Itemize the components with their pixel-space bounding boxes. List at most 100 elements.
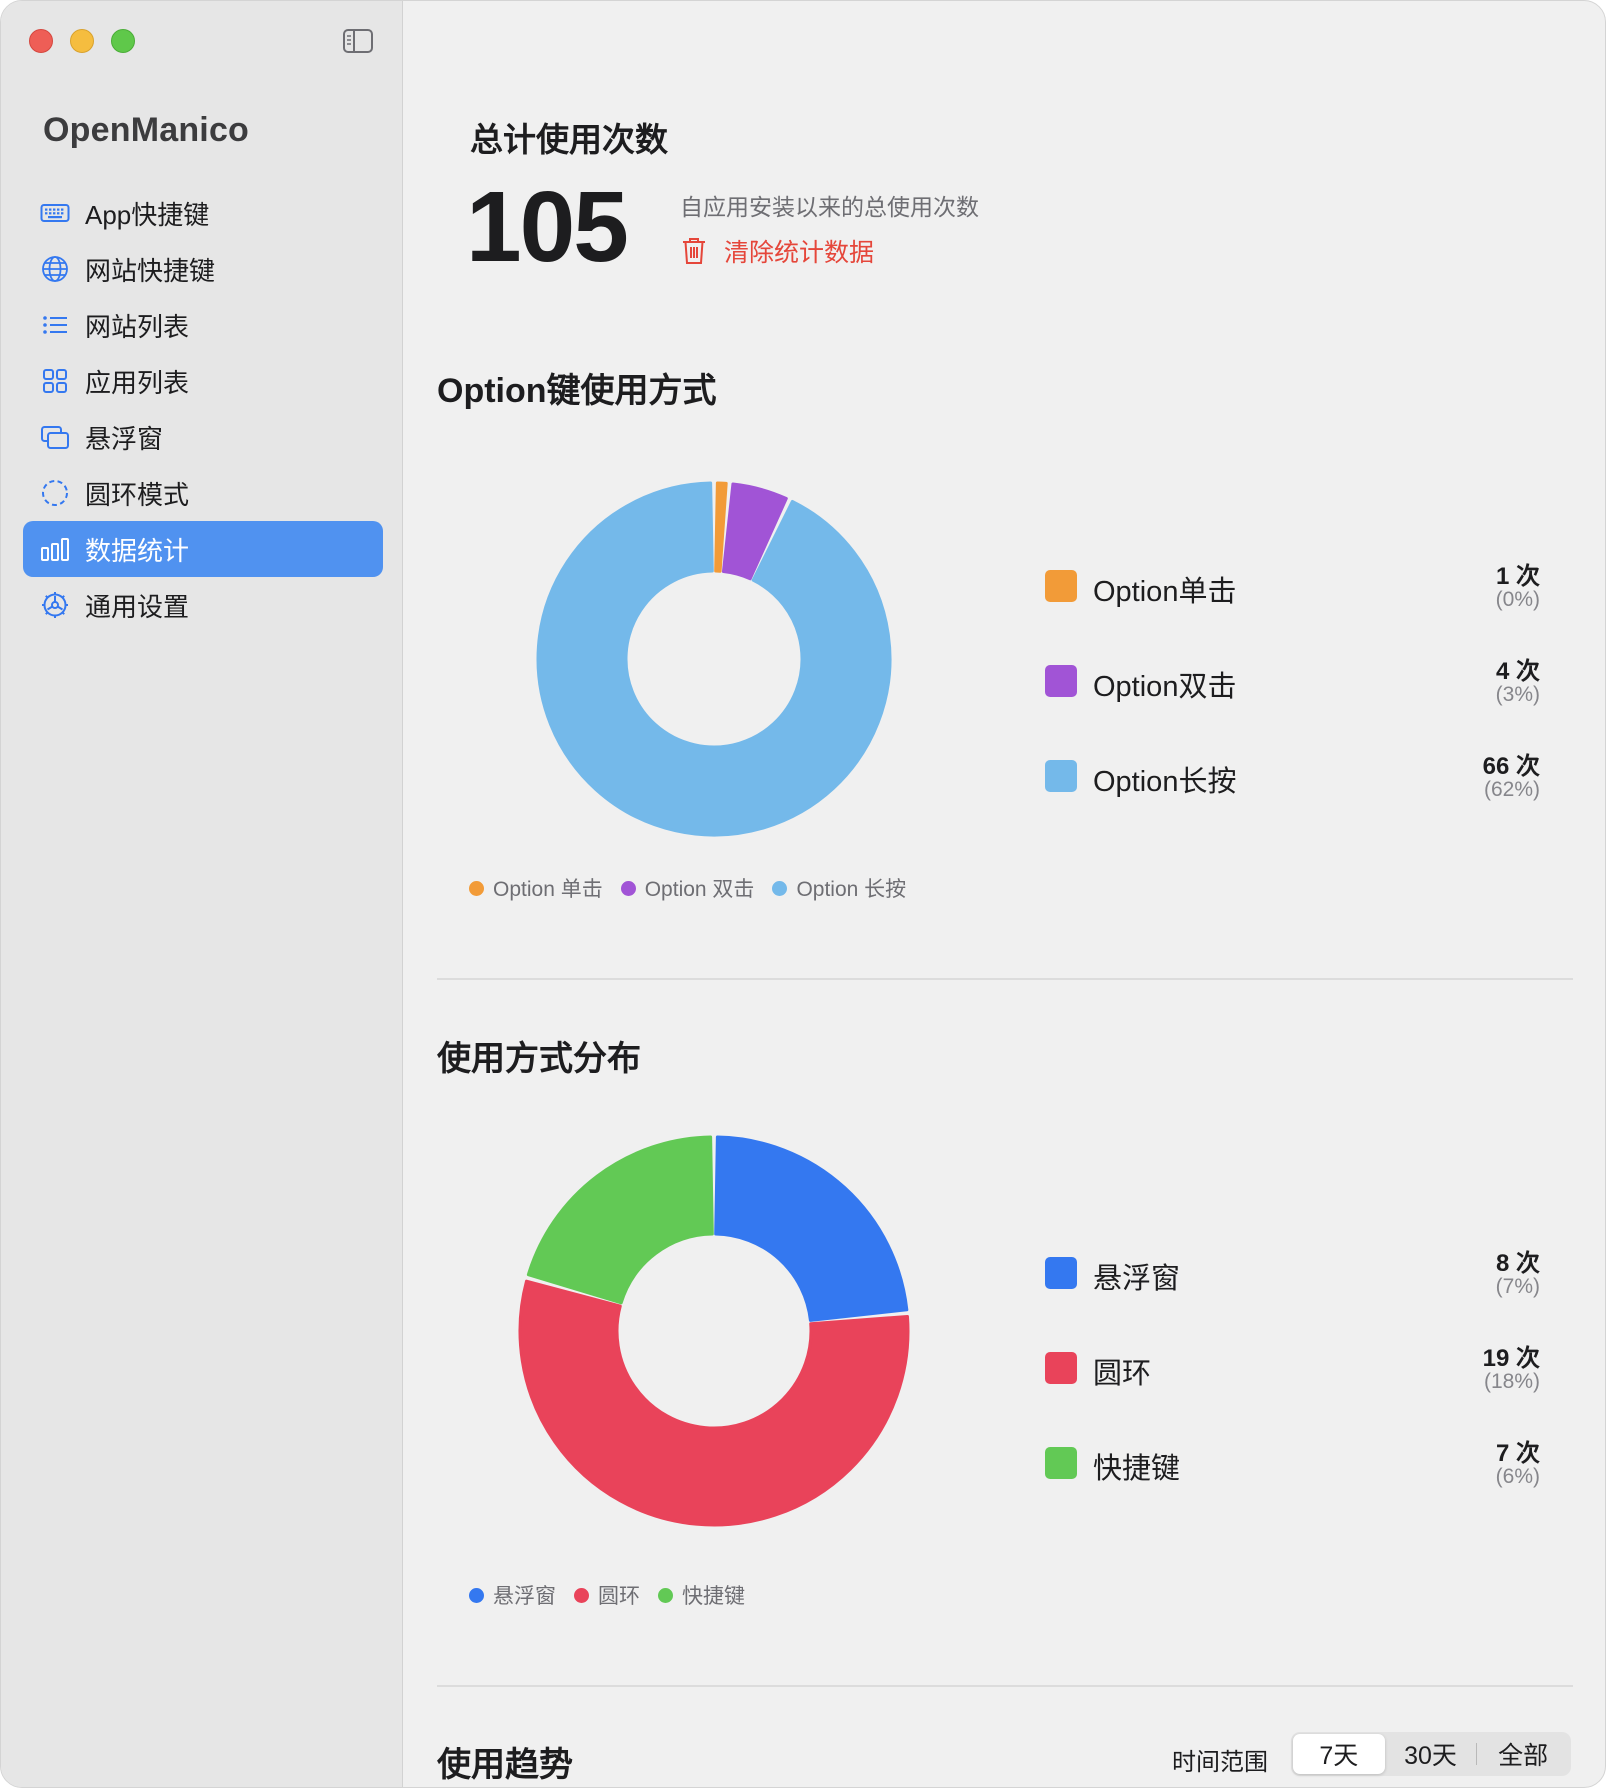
- sidebar-item-label: 数据统计: [85, 535, 190, 566]
- legend-swatch: [1045, 1447, 1077, 1479]
- keyboard-icon: [39, 197, 71, 229]
- legend-name: 悬浮窗: [1093, 1263, 1181, 1295]
- globe-icon: [39, 253, 71, 285]
- mode-distribution-title: 使用方式分布: [437, 1040, 641, 1078]
- legend-swatch: [1045, 665, 1077, 697]
- legend-name: Option长按: [1093, 766, 1237, 798]
- sidebar-nav: App快捷键 网站快捷键 网站列表 应用列表 悬浮窗 圆环模式 数据统计 通用设…: [23, 185, 383, 633]
- mini-legend-item: Option 单击: [469, 873, 603, 903]
- trash-icon: [683, 238, 705, 264]
- legend-name: 快捷键: [1093, 1453, 1181, 1485]
- sidebar-item-label: 网站快捷键: [85, 255, 216, 286]
- mini-legend-item: 圆环: [574, 1580, 640, 1610]
- sidebar-item-app-list[interactable]: 应用列表: [23, 353, 383, 409]
- sidebar-item-website-list[interactable]: 网站列表: [23, 297, 383, 353]
- legend-dot: [772, 880, 788, 896]
- legend-swatch: [1045, 570, 1077, 602]
- total-usage-description: 自应用安装以来的总使用次数: [680, 194, 979, 220]
- gear-icon: [39, 589, 71, 621]
- sidebar-item-label: 通用设置: [85, 591, 190, 622]
- section-divider: [437, 1685, 1573, 1687]
- legend-percent: (6%): [1495, 1465, 1540, 1488]
- mode-mini-legend: 悬浮窗 圆环 快捷键: [469, 1580, 745, 1610]
- total-usage-count: 105: [466, 171, 629, 283]
- close-window-button[interactable]: [29, 29, 53, 53]
- legend-swatch: [1045, 1352, 1077, 1384]
- mode-distribution-donut-chart: [518, 1135, 910, 1527]
- legend-count: 66 次: [1482, 753, 1540, 780]
- time-range-label: 时间范围: [1172, 1749, 1268, 1776]
- range-option-7d[interactable]: 7天: [1293, 1734, 1385, 1774]
- donut-slice-3: [536, 481, 892, 837]
- sidebar-item-general-settings[interactable]: 通用设置: [23, 577, 383, 633]
- legend-count: 19 次: [1482, 1345, 1540, 1372]
- total-usage-title: 总计使用次数: [470, 121, 668, 158]
- sidebar-item-ring-mode[interactable]: 圆环模式: [23, 465, 383, 521]
- clear-stats-button[interactable]: 清除统计数据: [680, 233, 874, 269]
- sidebar-item-label: 应用列表: [85, 367, 190, 398]
- legend-count: 8 次: [1495, 1250, 1540, 1277]
- main-content: 总计使用次数 105 自应用安装以来的总使用次数 清除统计数据 Option键使…: [404, 1, 1605, 1787]
- legend-swatch: [1045, 1257, 1077, 1289]
- legend-percent: (3%): [1495, 683, 1540, 706]
- legend-count: 7 次: [1495, 1440, 1540, 1467]
- bar-chart-icon: [39, 533, 71, 565]
- legend-dot: [574, 1587, 589, 1603]
- legend-name: 圆环: [1093, 1358, 1152, 1390]
- clear-stats-label: 清除统计数据: [724, 239, 875, 267]
- sidebar-toggle-icon[interactable]: [343, 29, 373, 53]
- sidebar-item-label: App快捷键: [85, 199, 210, 230]
- sidebar-item-app-shortcuts[interactable]: App快捷键: [23, 185, 383, 241]
- legend-percent: (0%): [1495, 588, 1540, 611]
- legend-dot: [469, 880, 484, 896]
- legend-name: Option单击: [1093, 576, 1237, 608]
- legend-row-option-long: Option长按 66 次 (62%): [1045, 746, 1540, 816]
- sidebar-item-label: 悬浮窗: [85, 423, 164, 454]
- mini-legend-item: 快捷键: [658, 1580, 745, 1610]
- legend-row-option-double: Option双击 4 次 (3%): [1045, 651, 1540, 721]
- option-usage-title: Option键使用方式: [437, 372, 717, 410]
- legend-row-option-click: Option单击 1 次 (0%): [1045, 556, 1540, 626]
- legend-row-ring: 圆环 19 次 (18%): [1045, 1338, 1540, 1408]
- sidebar-item-label: 圆环模式: [85, 479, 190, 510]
- list-icon: [39, 309, 71, 341]
- sidebar: OpenManico App快捷键 网站快捷键 网站列表 应用列表 悬浮窗 圆环…: [1, 1, 403, 1787]
- sidebar-item-floating-window[interactable]: 悬浮窗: [23, 409, 383, 465]
- usage-trend-title: 使用趋势: [437, 1746, 573, 1784]
- legend-dot: [658, 1587, 673, 1603]
- minimize-window-button[interactable]: [70, 29, 94, 53]
- option-mini-legend: Option 单击 Option 双击 Option 长按: [469, 873, 906, 903]
- legend-dot: [469, 1587, 484, 1603]
- donut-slice-1: [714, 1135, 909, 1322]
- legend-count: 1 次: [1495, 563, 1540, 590]
- mini-legend-item: Option 长按: [772, 873, 906, 903]
- legend-row-floating: 悬浮窗 8 次 (7%): [1045, 1243, 1540, 1313]
- legend-count: 4 次: [1495, 658, 1540, 685]
- donut-slice-3: [526, 1135, 714, 1305]
- legend-name: Option双击: [1093, 671, 1237, 703]
- mini-legend-item: 悬浮窗: [469, 1580, 556, 1610]
- dashed-circle-icon: [39, 477, 71, 509]
- sidebar-item-label: 网站列表: [85, 311, 190, 342]
- legend-swatch: [1045, 760, 1077, 792]
- donut-slice-2: [518, 1279, 910, 1527]
- window-controls: [29, 29, 135, 53]
- range-option-30d[interactable]: 30天: [1385, 1734, 1477, 1774]
- windows-icon: [39, 421, 71, 453]
- sidebar-item-website-shortcuts[interactable]: 网站快捷键: [23, 241, 383, 297]
- time-range-segmented-control: 7天 30天 全部: [1291, 1732, 1571, 1776]
- legend-row-shortcut: 快捷键 7 次 (6%): [1045, 1433, 1540, 1503]
- app-title: OpenManico: [43, 111, 250, 149]
- range-option-all[interactable]: 全部: [1477, 1734, 1569, 1774]
- legend-percent: (7%): [1495, 1275, 1540, 1298]
- option-usage-donut-chart: [536, 481, 892, 837]
- legend-percent: (62%): [1483, 778, 1540, 801]
- app-window: OpenManico App快捷键 网站快捷键 网站列表 应用列表 悬浮窗 圆环…: [0, 0, 1606, 1788]
- legend-dot: [620, 880, 636, 896]
- mini-legend-item: Option 双击: [620, 873, 754, 903]
- maximize-window-button[interactable]: [111, 29, 135, 53]
- grid-icon: [39, 365, 71, 397]
- sidebar-item-statistics[interactable]: 数据统计: [23, 521, 383, 577]
- section-divider: [437, 978, 1573, 980]
- legend-percent: (18%): [1483, 1370, 1540, 1393]
